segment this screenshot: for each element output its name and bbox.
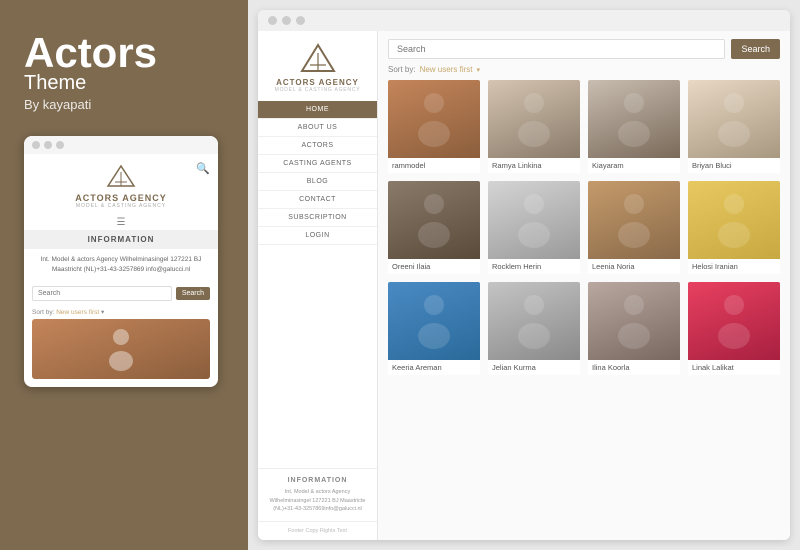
actor-image bbox=[388, 80, 480, 158]
sort-bar: Sort by: New users first ▾ bbox=[388, 65, 780, 74]
mobile-actor-preview bbox=[32, 319, 210, 379]
actor-name: Briyan Bluci bbox=[688, 158, 780, 173]
nav-menu: HOME ABOUT US ACTORS CASTING AGENTS BLOG… bbox=[258, 101, 377, 245]
main-title: Actors Theme By kayapati bbox=[24, 30, 224, 112]
actor-image bbox=[588, 80, 680, 158]
sidebar-footer: Footer Copy Rights Text bbox=[258, 521, 377, 540]
nav-item-home[interactable]: HOME bbox=[258, 101, 377, 119]
actor-card[interactable]: Ilina Koorla bbox=[588, 282, 680, 375]
actor-name: Ilina Koorla bbox=[588, 360, 680, 375]
actor-image bbox=[688, 282, 780, 360]
mobile-topbar bbox=[24, 136, 218, 154]
actor-image bbox=[588, 181, 680, 259]
sidebar-info: INFORMATION Int. Model & actors Agency W… bbox=[258, 468, 377, 521]
search-button[interactable]: Search bbox=[731, 39, 780, 59]
actor-card[interactable]: Linak Lalikat bbox=[688, 282, 780, 375]
browser-topbar bbox=[258, 10, 790, 31]
site-logo-svg bbox=[300, 43, 336, 75]
search-icon: 🔍 bbox=[196, 162, 210, 175]
actor-name: Jelian Kurma bbox=[488, 360, 580, 375]
hamburger-icon: ☰ bbox=[24, 215, 218, 230]
browser-content: ACTORS AGENCY MODEL & CASTING AGENCY HOM… bbox=[258, 31, 790, 540]
actor-card[interactable]: Helosi Iranian bbox=[688, 181, 780, 274]
actor-card[interactable]: Briyan Bluci bbox=[688, 80, 780, 173]
mobile-search-input[interactable] bbox=[32, 286, 172, 301]
left-panel: Actors Theme By kayapati 🔍 ACTORS AGENCY… bbox=[0, 0, 248, 550]
actor-card[interactable]: Kiayaram bbox=[588, 80, 680, 173]
actor-image bbox=[488, 181, 580, 259]
nav-item-blog[interactable]: BLOG bbox=[258, 173, 377, 191]
actor-name: rammodel bbox=[388, 158, 480, 173]
actor-card[interactable]: Rocklem Herin bbox=[488, 181, 580, 274]
actor-card[interactable]: Keeria Areman bbox=[388, 282, 480, 375]
nav-item-contact[interactable]: CONTACT bbox=[258, 191, 377, 209]
right-panel: ACTORS AGENCY MODEL & CASTING AGENCY HOM… bbox=[248, 0, 800, 550]
browser-dot-2 bbox=[282, 16, 291, 25]
actor-image bbox=[388, 282, 480, 360]
browser-dot-1 bbox=[268, 16, 277, 25]
site-logo-area: ACTORS AGENCY MODEL & CASTING AGENCY bbox=[258, 31, 377, 101]
actor-name: Keeria Areman bbox=[388, 360, 480, 375]
actor-image bbox=[388, 181, 480, 259]
nav-item-login[interactable]: LOGIN bbox=[258, 227, 377, 245]
browser-dot-3 bbox=[296, 16, 305, 25]
actor-card[interactable]: rammodel bbox=[388, 80, 480, 173]
actor-name: Leenia Noria bbox=[588, 259, 680, 274]
nav-item-subscription[interactable]: SUBSCRIPTION bbox=[258, 209, 377, 227]
sort-arrow-icon[interactable]: ▾ bbox=[476, 66, 480, 74]
mobile-search-bar: Search bbox=[24, 281, 218, 306]
actor-image bbox=[688, 80, 780, 158]
actor-name: Kiayaram bbox=[588, 158, 680, 173]
site-sidebar: ACTORS AGENCY MODEL & CASTING AGENCY HOM… bbox=[258, 31, 378, 540]
actor-name: Ramya Linkina bbox=[488, 158, 580, 173]
mobile-logo-area: 🔍 ACTORS AGENCY MODEL & CASTING AGENCY bbox=[24, 154, 218, 215]
actor-name: Oreeni Ilaia bbox=[388, 259, 480, 274]
dot-2 bbox=[44, 141, 52, 149]
nav-item-actors[interactable]: ACTORS bbox=[258, 137, 377, 155]
actor-card[interactable]: Leenia Noria bbox=[588, 181, 680, 274]
mobile-search-button[interactable]: Search bbox=[176, 287, 210, 300]
actor-name: Linak Lalikat bbox=[688, 360, 780, 375]
actor-image bbox=[688, 181, 780, 259]
search-bar: Search bbox=[388, 39, 780, 59]
mobile-logo-svg bbox=[106, 164, 136, 190]
dot-1 bbox=[32, 141, 40, 149]
actor-name: Rocklem Herin bbox=[488, 259, 580, 274]
browser-window: ACTORS AGENCY MODEL & CASTING AGENCY HOM… bbox=[258, 10, 790, 540]
nav-item-about[interactable]: ABOUT US bbox=[258, 119, 377, 137]
actor-card[interactable]: Oreeni Ilaia bbox=[388, 181, 480, 274]
actor-name: Helosi Iranian bbox=[688, 259, 780, 274]
mobile-preview: 🔍 ACTORS AGENCY MODEL & CASTING AGENCY ☰… bbox=[24, 136, 218, 387]
site-main: Search Sort by: New users first ▾ bbox=[378, 31, 790, 540]
nav-item-casting[interactable]: CASTING AGENTS bbox=[258, 155, 377, 173]
actors-grid: rammodel Ramya Linkina bbox=[388, 80, 780, 375]
actor-card[interactable]: Jelian Kurma bbox=[488, 282, 580, 375]
actor-image bbox=[588, 282, 680, 360]
actor-card[interactable]: Ramya Linkina bbox=[488, 80, 580, 173]
actor-image bbox=[488, 80, 580, 158]
search-input[interactable] bbox=[388, 39, 725, 59]
dot-3 bbox=[56, 141, 64, 149]
actor-image bbox=[488, 282, 580, 360]
mobile-sort: Sort by: New users first ▾ bbox=[24, 306, 218, 319]
